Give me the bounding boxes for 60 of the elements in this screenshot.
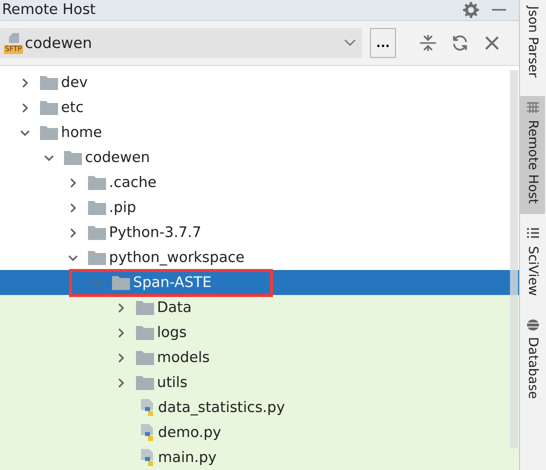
folder-icon (88, 226, 106, 240)
python-file-icon (139, 398, 155, 416)
scrollbar[interactable] (510, 70, 518, 448)
side-tab[interactable]: Database (520, 313, 546, 410)
close-icon[interactable] (483, 34, 501, 52)
tree-item-label[interactable]: home (61, 124, 102, 140)
tree-item-label[interactable]: dev (61, 74, 88, 90)
folder-icon (88, 250, 106, 264)
chevron-down-icon[interactable] (68, 252, 78, 262)
chevron-right-icon[interactable] (20, 78, 30, 88)
folder-icon (112, 276, 130, 290)
collapse-icon[interactable] (419, 34, 437, 52)
grid-icon (526, 102, 539, 114)
chevron-right-icon[interactable] (116, 352, 126, 362)
refresh-icon[interactable] (451, 34, 469, 52)
side-tab[interactable]: SciView (520, 222, 546, 306)
chevron-down-icon[interactable] (44, 152, 54, 162)
tree-item-label[interactable]: Span-ASTE (133, 274, 212, 290)
tree-item-label[interactable]: main.py (158, 450, 217, 466)
side-tab[interactable]: Remote Host (520, 96, 546, 214)
settings-icon[interactable] (463, 2, 480, 18)
chevron-right-icon[interactable] (116, 328, 126, 338)
side-tab[interactable]: Json Parser (520, 0, 546, 88)
chevron-right-icon[interactable] (20, 102, 30, 112)
folder-icon (136, 326, 154, 340)
tree-item-label[interactable]: python_workspace (109, 250, 245, 266)
tree-item-label[interactable]: .pip (109, 200, 136, 216)
caret-icon (344, 39, 356, 48)
folder-icon (64, 150, 82, 164)
python-file-icon (139, 448, 155, 466)
tree-item-label[interactable]: Python-3.7.7 (109, 224, 202, 240)
folder-icon (136, 376, 154, 390)
tree-item-label[interactable]: models (157, 350, 210, 366)
chevron-down-icon[interactable] (20, 128, 30, 138)
tree-item-label[interactable]: utils (157, 374, 188, 390)
chevron-right-icon[interactable] (68, 228, 78, 238)
more-button[interactable]: ... (370, 28, 396, 58)
chevron-right-icon[interactable] (68, 202, 78, 212)
tree-item-label[interactable]: Data (157, 300, 192, 316)
tree-item-label[interactable]: etc (61, 100, 84, 116)
folder-icon (40, 76, 58, 90)
chevron-right-icon[interactable] (116, 302, 126, 312)
server-icon (6, 33, 20, 44)
python-file-icon (139, 424, 155, 442)
folder-icon (136, 350, 154, 364)
panel-title: Remote Host (2, 2, 97, 18)
folder-icon (88, 200, 106, 214)
folder-icon (136, 300, 154, 314)
database-icon (526, 319, 539, 332)
list-icon (526, 228, 539, 240)
tree-item-label[interactable]: .cache (109, 174, 157, 190)
chevron-right-icon[interactable] (116, 378, 126, 388)
chevron-right-icon[interactable] (68, 178, 78, 188)
tree-item-label[interactable]: codewen (85, 150, 150, 166)
folder-icon (40, 126, 58, 140)
tree-item-label[interactable]: logs (157, 324, 187, 340)
folder-icon (88, 176, 106, 190)
tree-item-label[interactable]: data_statistics.py (158, 400, 285, 416)
tree-item-label[interactable]: demo.py (158, 424, 222, 440)
folder-icon (40, 100, 58, 114)
